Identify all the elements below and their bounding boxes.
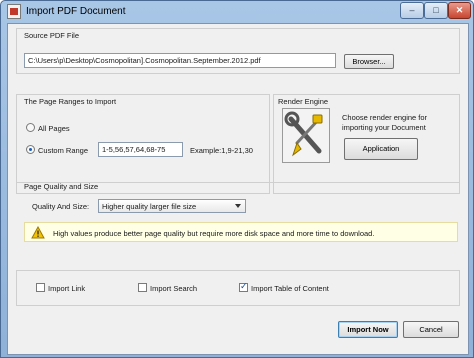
window-title: Import PDF Document bbox=[26, 6, 126, 17]
range-example-text: Example:1,9-21,30 bbox=[190, 146, 253, 155]
quality-label: Quality And Size: bbox=[32, 202, 90, 211]
source-section-title: Source PDF File bbox=[24, 31, 80, 40]
render-engine-section-title: Render Engine bbox=[278, 97, 329, 106]
quality-section-title: Page Quality and Size bbox=[24, 182, 99, 191]
all-pages-label: All Pages bbox=[38, 124, 70, 133]
quality-info-bar: High values produce better page quality … bbox=[24, 222, 458, 242]
close-button[interactable]: ✕ bbox=[448, 2, 471, 19]
chevron-down-icon bbox=[235, 204, 241, 208]
dialog-body: Source PDF File C:\Users\p\Desktop\Cosmo… bbox=[7, 23, 469, 355]
quality-select-value: Higher quality larger file size bbox=[102, 202, 197, 211]
all-pages-radio[interactable] bbox=[26, 123, 35, 132]
custom-range-input[interactable]: 1-5,56,57,64,68-75 bbox=[98, 142, 183, 157]
render-engine-desc-line2: importing your Document bbox=[342, 123, 426, 132]
page-ranges-section-title: The Page Ranges to Import bbox=[24, 97, 117, 106]
browse-button[interactable]: Browser... bbox=[344, 54, 394, 69]
import-toc-label: Import Table of Content bbox=[251, 284, 329, 293]
maximize-button[interactable]: □ bbox=[424, 2, 448, 19]
import-link-label: Import Link bbox=[48, 284, 86, 293]
import-toc-checkbox[interactable] bbox=[239, 281, 248, 292]
quality-info-text: High values produce better page quality … bbox=[53, 229, 375, 238]
render-engine-desc-line1: Choose render engine for bbox=[342, 113, 428, 122]
pdf-app-icon bbox=[7, 4, 21, 19]
import-pdf-dialog: Import PDF Document – □ ✕ Source PDF Fil… bbox=[0, 0, 474, 358]
import-now-button[interactable]: Import Now bbox=[338, 321, 398, 338]
application-button[interactable]: Application bbox=[344, 138, 418, 160]
tools-wrench-screwdriver-icon bbox=[282, 108, 330, 163]
quality-select[interactable]: Higher quality larger file size bbox=[98, 199, 246, 213]
custom-range-label: Custom Range bbox=[38, 146, 89, 155]
import-link-checkbox[interactable] bbox=[36, 283, 45, 292]
warning-icon bbox=[31, 226, 45, 239]
custom-range-radio[interactable] bbox=[26, 145, 35, 154]
import-search-label: Import Search bbox=[150, 284, 198, 293]
import-search-checkbox[interactable] bbox=[138, 283, 147, 292]
source-path-input[interactable]: C:\Users\p\Desktop\Cosmopolitan].Cosmopo… bbox=[24, 53, 336, 68]
cancel-button[interactable]: Cancel bbox=[403, 321, 459, 338]
minimize-button[interactable]: – bbox=[400, 2, 424, 19]
title-bar[interactable]: Import PDF Document – □ ✕ bbox=[1, 1, 473, 23]
